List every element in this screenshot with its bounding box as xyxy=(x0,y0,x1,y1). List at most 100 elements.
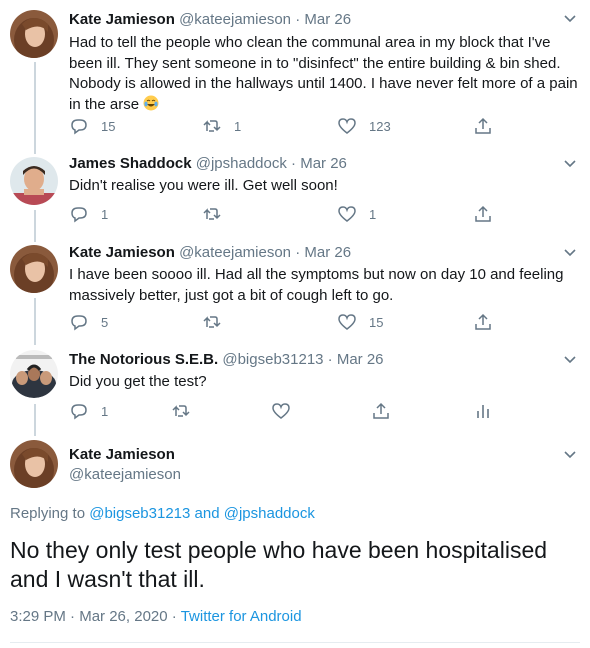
mention-link[interactable]: @bigseb31213 xyxy=(89,505,190,522)
user-handle[interactable]: @kateejamieson xyxy=(179,11,291,28)
tweet[interactable]: Kate Jamieson @kateejamieson · Mar 26 I … xyxy=(0,236,590,344)
retweet-icon xyxy=(203,316,221,328)
tweet-text-line: and I wasn't that ill. xyxy=(10,566,205,592)
tweet-text-line: Had to tell the people who clean the com… xyxy=(69,34,551,51)
share-button[interactable] xyxy=(473,312,493,332)
tweet-header: Kate Jamieson @kateejamieson · Mar 26 xyxy=(69,243,351,263)
reply-icon xyxy=(71,119,87,135)
tweet-text-line: No they only test people who have been h… xyxy=(10,537,548,563)
tweet-header: Kate Jamieson @kateejamieson · Mar 26 xyxy=(69,10,351,30)
tweet-time[interactable]: 3:29 PM xyxy=(10,608,66,625)
tweet-text-line: Did you get the test? xyxy=(69,373,207,390)
display-name[interactable]: The Notorious S.E.B. xyxy=(69,351,218,368)
avatar[interactable] xyxy=(10,350,58,398)
like-button[interactable]: 15 xyxy=(337,312,383,332)
chevron-down-icon[interactable] xyxy=(563,447,577,461)
like-button[interactable]: 123 xyxy=(337,116,391,136)
tweet-text-line: massively better, just got a bit of coug… xyxy=(69,286,394,304)
tweet-text-line: Didn't realise you were ill. Get well so… xyxy=(69,177,338,194)
reply-count: 1 xyxy=(101,403,109,419)
tweet-header: James Shaddock @jpshaddock · Mar 26 xyxy=(69,154,347,174)
display-name[interactable]: Kate Jamieson xyxy=(69,445,181,465)
avatar[interactable] xyxy=(10,10,58,58)
analytics-icon xyxy=(477,405,489,418)
separator-dot: · xyxy=(327,351,333,368)
tweet-meta: 3:29 PM · Mar 26, 2020 · Twitter for And… xyxy=(10,608,302,625)
tweet-actions: 1 1 xyxy=(69,204,509,224)
avatar[interactable] xyxy=(10,157,58,205)
tweet-source-link[interactable]: Twitter for Android xyxy=(181,608,302,625)
separator-dot: · xyxy=(295,11,301,28)
user-handle[interactable]: @kateejamieson xyxy=(179,244,291,261)
tweet[interactable]: Kate Jamieson @kateejamieson · Mar 26 Ha… xyxy=(0,0,590,148)
laughing-emoji-icon xyxy=(143,95,159,110)
display-name[interactable]: Kate Jamieson xyxy=(69,11,175,28)
retweet-button[interactable]: 1 xyxy=(202,116,241,136)
chevron-down-icon[interactable] xyxy=(563,352,577,366)
retweet-icon xyxy=(172,405,190,417)
tweet-text: I have been soooo ill. Had all the sympt… xyxy=(69,265,579,306)
reply-icon xyxy=(71,315,87,331)
analytics-button[interactable] xyxy=(473,401,493,421)
tweet-date[interactable]: Mar 26 xyxy=(304,11,351,28)
user-handle[interactable]: @jpshaddock xyxy=(196,155,287,172)
tweet-text: Had to tell the people who clean the com… xyxy=(69,33,579,115)
tweet-date[interactable]: Mar 26 xyxy=(304,244,351,261)
replying-to: Replying to @bigseb31213 and @jpshaddock xyxy=(10,505,315,522)
share-icon xyxy=(475,313,491,330)
replying-and: and xyxy=(194,505,220,522)
avatar[interactable] xyxy=(10,245,58,293)
reply-button[interactable]: 1 xyxy=(69,401,108,421)
like-button[interactable]: 1 xyxy=(337,204,376,224)
like-button[interactable] xyxy=(271,401,291,421)
reply-button[interactable]: 1 xyxy=(69,204,108,224)
retweet-icon xyxy=(203,120,221,132)
user-handle[interactable]: @bigseb31213 xyxy=(222,351,323,368)
chevron-down-icon[interactable] xyxy=(563,245,577,259)
share-button[interactable] xyxy=(473,204,493,224)
share-icon xyxy=(475,205,491,222)
user-handle[interactable]: @kateejamieson xyxy=(69,465,181,485)
tweet-text-line: I have been soooo ill. Had all the sympt… xyxy=(69,266,564,283)
reply-count: 1 xyxy=(101,206,109,222)
like-count: 15 xyxy=(369,314,384,330)
separator-dot: · xyxy=(70,608,76,625)
separator-dot: · xyxy=(295,244,301,261)
tweet-text-line: in the arse xyxy=(69,95,140,113)
display-name[interactable]: James Shaddock xyxy=(69,155,192,172)
retweet-button[interactable] xyxy=(202,312,222,332)
heart-icon xyxy=(338,314,356,330)
avatar[interactable] xyxy=(10,440,58,488)
heart-icon xyxy=(338,206,356,222)
tweet-date[interactable]: Mar 26 xyxy=(337,351,384,368)
tweet-text-line: been ill. They sent someone in to "disin… xyxy=(69,54,561,72)
reply-button[interactable]: 5 xyxy=(69,312,108,332)
divider xyxy=(10,642,580,643)
heart-icon xyxy=(272,403,290,419)
share-icon xyxy=(475,117,491,134)
tweet[interactable]: The Notorious S.E.B. @bigseb31213 · Mar … xyxy=(0,344,590,430)
tweet-text-line: Nobody is allowed in the hallways until … xyxy=(69,75,578,92)
reply-button[interactable]: 15 xyxy=(69,116,115,136)
tweet-date[interactable]: Mar 26 xyxy=(300,155,347,172)
replying-prefix: Replying to xyxy=(10,505,86,522)
share-button[interactable] xyxy=(371,401,391,421)
tweet-actions: 1 xyxy=(69,401,509,421)
like-count: 1 xyxy=(369,206,377,222)
tweet-full-date[interactable]: Mar 26, 2020 xyxy=(79,608,167,625)
retweet-button[interactable] xyxy=(202,204,222,224)
tweet-actions: 15 1 123 xyxy=(69,116,509,136)
share-button[interactable] xyxy=(473,116,493,136)
tweet-text: Didn't realise you were ill. Get well so… xyxy=(69,176,579,197)
heart-icon xyxy=(338,118,356,134)
retweet-icon xyxy=(203,208,221,220)
separator-dot: · xyxy=(171,608,177,625)
reply-icon xyxy=(71,404,87,420)
tweet-actions: 5 15 xyxy=(69,312,509,332)
tweet[interactable]: James Shaddock @jpshaddock · Mar 26 Didn… xyxy=(0,148,590,236)
display-name[interactable]: Kate Jamieson xyxy=(69,244,175,261)
chevron-down-icon[interactable] xyxy=(563,11,577,25)
chevron-down-icon[interactable] xyxy=(563,156,577,170)
mention-link[interactable]: @jpshaddock xyxy=(224,505,315,522)
retweet-button[interactable] xyxy=(171,401,191,421)
